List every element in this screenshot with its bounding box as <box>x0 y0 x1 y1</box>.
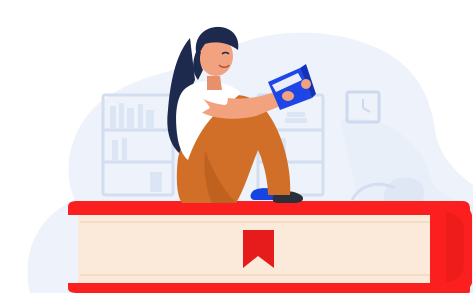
big-book-seat <box>68 201 472 293</box>
reading-illustration <box>0 0 473 293</box>
reading-woman-on-book-illustration <box>27 26 473 293</box>
